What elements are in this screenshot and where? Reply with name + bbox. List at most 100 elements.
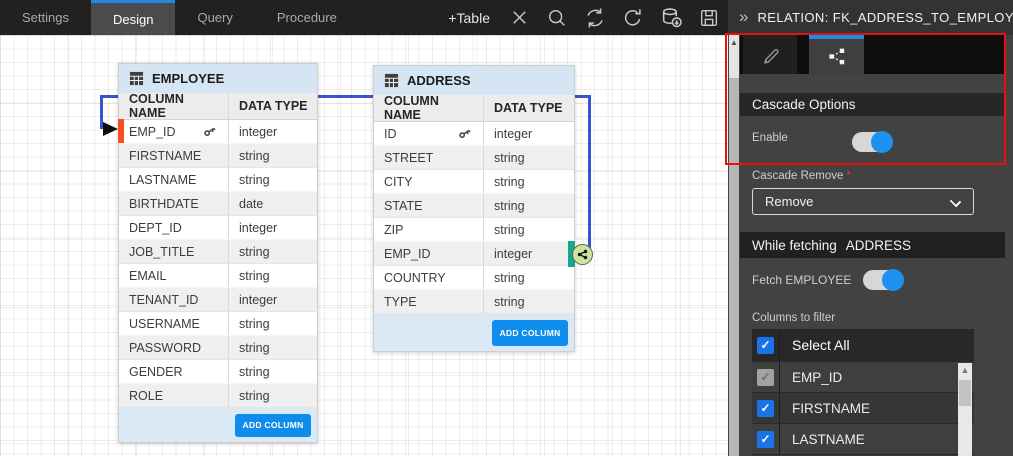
filter-column-row[interactable]: ✓ EMP_ID: [752, 362, 974, 393]
required-marker: *: [846, 170, 850, 182]
table-row[interactable]: ROLEstring: [119, 384, 317, 408]
table-title-bar[interactable]: EMPLOYEE: [119, 64, 317, 93]
table-row[interactable]: USERNAMEstring: [119, 312, 317, 336]
table-row[interactable]: PASSWORDstring: [119, 336, 317, 360]
column-checkbox[interactable]: ✓: [757, 369, 774, 386]
table-address[interactable]: ADDRESS COLUMN NAME DATA TYPE IDintegerS…: [373, 65, 575, 352]
toggle-knob: [871, 131, 893, 153]
tab-edit[interactable]: [743, 35, 797, 74]
cascade-remove-select[interactable]: Remove: [752, 188, 974, 215]
data-type-cell: date: [228, 192, 317, 215]
table-row[interactable]: TYPEstring: [374, 290, 574, 314]
data-type-cell: string: [483, 170, 574, 193]
toggle-knob: [882, 269, 904, 291]
scrollbar-thumb[interactable]: [959, 380, 971, 406]
table-column-headers: COLUMN NAME DATA TYPE: [119, 93, 317, 120]
table-title-bar[interactable]: ADDRESS: [374, 66, 574, 95]
fetch-employee-label: Fetch EMPLOYEE: [752, 273, 851, 287]
add-column-button[interactable]: ADD COLUMN: [492, 320, 568, 346]
column-label: EMP_ID: [792, 370, 842, 385]
table-row[interactable]: ZIPstring: [374, 218, 574, 242]
fetching-table-name: ADDRESS: [846, 238, 911, 253]
table-footer: ADD COLUMN: [374, 314, 574, 351]
fetch-employee-toggle[interactable]: [863, 270, 903, 290]
column-checkbox[interactable]: ✓: [757, 400, 774, 417]
checkbox-cell: ✓: [752, 393, 780, 423]
add-table-button[interactable]: +Table: [438, 0, 500, 35]
tab-design[interactable]: Design: [91, 0, 175, 35]
table-row[interactable]: DEPT_IDinteger: [119, 216, 317, 240]
table-employee[interactable]: EMPLOYEE COLUMN NAME DATA TYPE EMP_IDint…: [118, 63, 318, 443]
add-column-button[interactable]: ADD COLUMN: [235, 414, 311, 437]
column-checkbox[interactable]: ✓: [757, 431, 774, 448]
data-type-cell: integer: [228, 216, 317, 239]
table-name: EMPLOYEE: [152, 71, 224, 86]
tab-settings[interactable]: Settings: [0, 0, 91, 35]
select-all-label: Select All: [792, 337, 850, 353]
scroll-up-icon[interactable]: ▲: [729, 38, 739, 47]
table-row[interactable]: BIRTHDATEdate: [119, 192, 317, 216]
column-name-cell: LASTNAME: [119, 173, 228, 187]
database-export-icon[interactable]: [659, 0, 683, 35]
table-row[interactable]: STREETstring: [374, 146, 574, 170]
relation-connector-icon[interactable]: [572, 244, 593, 265]
table-row[interactable]: COUNTRYstring: [374, 266, 574, 290]
scroll-up-icon[interactable]: ▲: [958, 365, 972, 375]
column-name-cell: EMAIL: [119, 269, 228, 283]
relation-icon: [827, 47, 846, 66]
table-grid-icon: [129, 71, 144, 86]
column-name-cell: STREET: [374, 151, 483, 165]
data-type-header: DATA TYPE: [228, 93, 317, 119]
checkbox-cell: ✓: [752, 362, 780, 392]
table-row[interactable]: LASTNAMEstring: [119, 168, 317, 192]
column-name-cell: JOB_TITLE: [119, 245, 228, 259]
design-canvas[interactable]: EMPLOYEE COLUMN NAME DATA TYPE EMP_IDint…: [0, 35, 728, 456]
table-row[interactable]: EMP_IDinteger: [374, 242, 574, 266]
filter-column-row[interactable]: ✓LASTNAME: [752, 424, 974, 455]
table-row[interactable]: IDinteger: [374, 122, 574, 146]
save-icon[interactable]: [697, 0, 721, 35]
table-rows: IDintegerSTREETstringCITYstringSTATEstri…: [374, 122, 574, 314]
tab-procedure[interactable]: Procedure: [255, 0, 359, 35]
data-type-cell: integer: [228, 288, 317, 311]
pencil-icon: [761, 45, 780, 64]
enable-toggle[interactable]: [852, 132, 892, 152]
close-icon[interactable]: [507, 0, 531, 35]
sync-icon[interactable]: [583, 0, 607, 35]
scrollbar-thumb[interactable]: [729, 78, 739, 456]
table-rows: EMP_IDintegerFIRSTNAMEstringLASTNAMEstri…: [119, 120, 317, 408]
table-row[interactable]: EMAILstring: [119, 264, 317, 288]
relation-panel-title: RELATION: FK_ADDRESS_TO_EMPLOY...: [757, 10, 1013, 25]
column-name-cell: FIRSTNAME: [119, 149, 228, 163]
tab-relation[interactable]: [809, 35, 864, 74]
table-row[interactable]: CITYstring: [374, 170, 574, 194]
tab-query[interactable]: Query: [175, 0, 254, 35]
table-row[interactable]: FIRSTNAMEstring: [119, 144, 317, 168]
filter-column-row[interactable]: ✓ FIRSTNAME: [752, 393, 974, 424]
column-label: FIRSTNAME: [792, 401, 870, 416]
data-type-cell: string: [228, 336, 317, 359]
column-name-cell: ZIP: [374, 223, 483, 237]
column-name-cell: TYPE: [374, 295, 483, 309]
select-all-checkbox[interactable]: ✓: [757, 337, 774, 354]
table-row[interactable]: JOB_TITLEstring: [119, 240, 317, 264]
list-scrollbar[interactable]: ▲: [958, 363, 972, 456]
table-row[interactable]: STATEstring: [374, 194, 574, 218]
panel-scrollbar[interactable]: ▲: [729, 35, 739, 456]
table-row[interactable]: TENANT_IDinteger: [119, 288, 317, 312]
while-fetching-header: While fetching ADDRESS: [740, 232, 1005, 258]
column-name-cell: BIRTHDATE: [119, 197, 228, 211]
checkbox-cell: ✓: [752, 329, 780, 361]
select-all-row[interactable]: ✓ Select All: [752, 329, 974, 362]
data-type-cell: string: [483, 266, 574, 289]
redo-icon[interactable]: [621, 0, 645, 35]
chevron-down-icon: [950, 196, 961, 207]
key-icon: [203, 125, 216, 138]
column-name-cell: TENANT_ID: [119, 293, 228, 307]
table-row[interactable]: GENDERstring: [119, 360, 317, 384]
data-type-cell: string: [228, 240, 317, 263]
search-icon[interactable]: [545, 0, 569, 35]
collapse-panel-icon[interactable]: »: [728, 7, 757, 29]
table-row[interactable]: EMP_IDinteger: [119, 120, 317, 144]
toolbar-spacer: [359, 0, 439, 35]
